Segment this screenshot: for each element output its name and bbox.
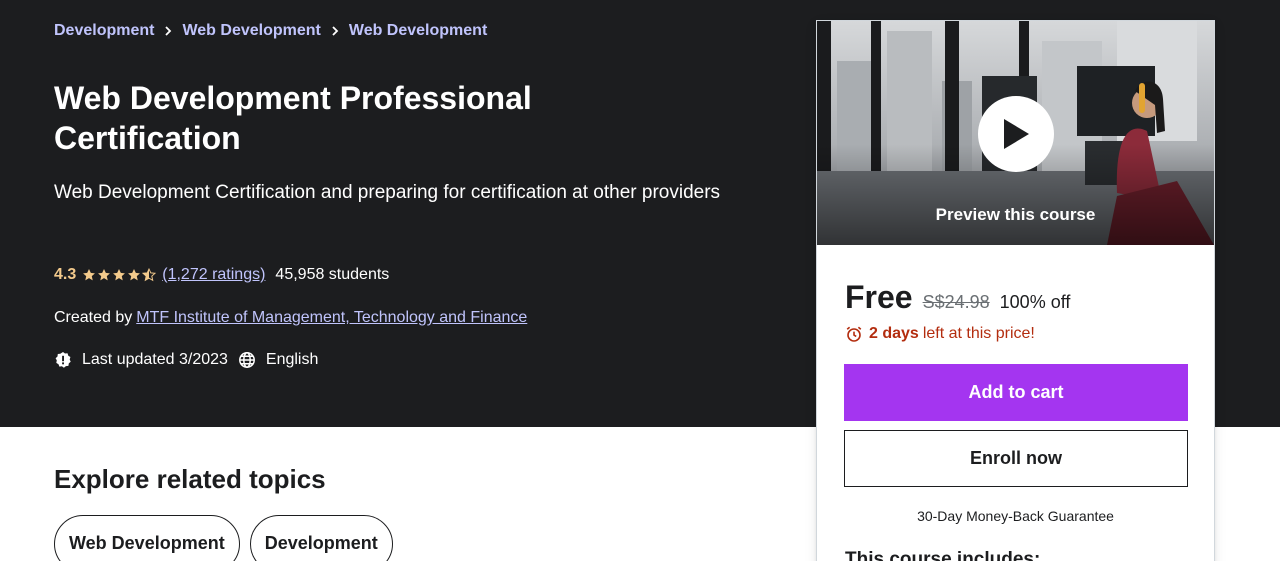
course-language: English (265, 351, 319, 368)
enroll-now-button[interactable]: Enroll now (844, 430, 1188, 487)
topic-development[interactable]: Development (249, 515, 393, 561)
explore-topics-title: Explore related topics (54, 464, 326, 494)
breadcrumb-link-development[interactable]: Development (54, 22, 154, 40)
breadcrumb-link-web-development-topic[interactable]: Web Development (349, 22, 487, 40)
breadcrumb: Development Web Development Web Developm… (54, 20, 487, 42)
money-back-guarantee: 30-Day Money-Back Guarantee (917, 508, 1114, 524)
rating-value: 4.3 (54, 266, 77, 283)
star-icon (128, 269, 141, 281)
rating-row: 4.3 (1,272 ratings) 45,958 students (54, 264, 389, 286)
created-by-row: Created by MTF Institute of Management, … (54, 307, 527, 329)
star-icon (98, 269, 111, 281)
star-icon (83, 269, 96, 281)
chevron-right-icon (321, 25, 349, 37)
alert-badge-icon (54, 351, 72, 369)
last-updated: Last updated 3/2023 (82, 351, 228, 368)
star-icon (113, 269, 126, 281)
play-icon (1004, 119, 1029, 149)
star-rating (82, 268, 157, 282)
instructor-link[interactable]: MTF Institute of Management, Technology … (136, 309, 527, 327)
related-topics: Web Development Development (54, 515, 393, 561)
half-star-icon (142, 268, 157, 282)
course-preview[interactable]: Preview this course (817, 21, 1214, 245)
current-price: Free (845, 279, 913, 315)
course-meta-row: Last updated 3/2023 English (54, 348, 318, 372)
ratings-count-link[interactable]: (1,272 ratings) (162, 266, 265, 284)
course-title: Web Development Professional Certificati… (54, 80, 532, 156)
breadcrumb-link-web-development[interactable]: Web Development (182, 22, 320, 40)
globe-icon (238, 351, 256, 369)
add-to-cart-button[interactable]: Add to cart (844, 364, 1188, 421)
purchase-sidebar: Preview this course Free S$24.98 100% of… (816, 20, 1215, 561)
chevron-right-icon (154, 25, 182, 37)
discount-percent: 100% off (999, 292, 1071, 312)
price-row: Free S$24.98 100% off (845, 279, 1070, 315)
play-button[interactable] (978, 96, 1054, 172)
original-price: S$24.98 (922, 292, 990, 312)
topic-web-development[interactable]: Web Development (54, 515, 240, 561)
course-includes-heading: This course includes: (845, 549, 1041, 561)
timer-days: 2 days (869, 325, 919, 342)
preview-label: Preview this course (935, 205, 1096, 224)
course-subtitle: Web Development Certification and prepar… (54, 182, 721, 203)
students-count: 45,958 students (275, 266, 390, 283)
price-timer: 2 days left at this price! (845, 323, 1035, 345)
created-by-label: Created by (54, 309, 133, 326)
timer-text: left at this price! (922, 325, 1035, 342)
alarm-clock-icon (845, 325, 863, 343)
